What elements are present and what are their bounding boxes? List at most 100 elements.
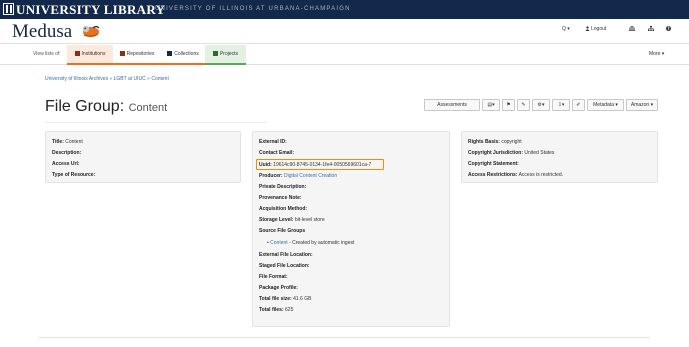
university-subtitle[interactable]: UNIVERSITY OF ILLINOIS AT URBANA-CHAMPAI… (155, 6, 351, 12)
storage-level-value: bit-level store (294, 217, 325, 223)
title-label: Title: (52, 139, 64, 145)
view-lists-label: View lists of: (33, 51, 61, 57)
source-file-groups-row: Source File Groups (259, 228, 305, 234)
description-row: Description: (52, 150, 81, 156)
breadcrumb-lgbt[interactable]: LGBT at UIUC (114, 76, 146, 82)
edit-button[interactable]: ✐ (572, 99, 585, 111)
download-dropdown-button[interactable]: ⇩▾ (552, 99, 570, 111)
breadcrumb-content[interactable]: Content (151, 76, 169, 82)
more-dropdown[interactable]: More ▾ (649, 51, 664, 57)
tab-collections-label: Collections (174, 51, 199, 57)
user-icon (585, 26, 590, 31)
tab-projects-label: Projects (219, 51, 239, 57)
amazon-dropdown-button[interactable]: Amazon ▾ (626, 99, 658, 111)
resource-type-row: Type of Resource: (52, 172, 95, 178)
copyright-jurisdiction-label: Copyright Jurisdiction: (468, 150, 523, 156)
view-lists-tabs: View lists of: Institutions Repositories… (0, 45, 689, 65)
assessments-button[interactable]: Assessments (424, 99, 480, 111)
uuid-label: Uuid: (259, 162, 272, 168)
access-url-label: Access Url: (52, 161, 80, 167)
rights-panel: Rights Basis: copyright Copyright Jurisd… (461, 131, 658, 183)
attachment-button[interactable]: ✎ (517, 99, 530, 111)
assessments-label: Assessments (437, 102, 467, 108)
storage-level-row: Storage Level: bit-level store (259, 217, 325, 223)
projects-icon (212, 51, 218, 56)
app-header: Medusa Q ▾ Logout ? (0, 19, 689, 44)
description-label: Description: (52, 150, 82, 156)
total-files-value: 625 (285, 307, 294, 313)
access-restrictions-value: Access is restricted. (518, 172, 564, 178)
acquisition-method-label: Acquisition Method: (259, 206, 308, 212)
total-files-row: Total files: 625 (259, 307, 293, 313)
flag-icon: ⚑ (506, 102, 511, 108)
edit-icon: ✐ (576, 102, 581, 108)
breadcrumb: University of Illinois Archives » LGBT a… (45, 76, 169, 82)
metadata-dropdown-button[interactable]: Metadata ▾ (587, 99, 624, 111)
help-icon: ? (666, 26, 671, 31)
external-id-label: External ID: (259, 139, 287, 145)
search-dropdown[interactable]: Q ▾ (562, 26, 570, 32)
copyright-statement-label: Copyright Statement: (468, 161, 519, 167)
tab-projects[interactable]: Projects (205, 45, 246, 65)
staged-file-location-label: Staged File Location: (259, 263, 310, 269)
amazon-label: Amazon ▾ (630, 102, 654, 108)
title-value: Content (65, 139, 83, 145)
paperclip-icon: ✎ (521, 102, 526, 108)
page-title-name: Content (128, 102, 168, 114)
logout-link[interactable]: Logout (585, 26, 606, 32)
external-id-row: External ID: (259, 139, 287, 145)
storage-level-label: Storage Level: (259, 217, 294, 223)
collection-icon (167, 51, 173, 56)
descriptive-panel: Title: Content Description: Access Url: … (45, 131, 241, 183)
uuid-value[interactable]: 19614c90-8745-0134-1fe4-0050569601ca-7 (273, 162, 371, 168)
provenance-note-row: Provenance Note: (259, 195, 302, 201)
footer-divider (38, 337, 650, 338)
contact-email-row: Contact Email: (259, 150, 294, 156)
external-file-location-label: External File Location: (259, 252, 313, 258)
book-icon (119, 51, 125, 56)
copyright-statement-row: Copyright Statement: (468, 161, 519, 167)
library-logo[interactable]: UNIVERSITY LIBRARY (3, 2, 165, 18)
uuid-row[interactable]: Uuid: 19614c90-8745-0134-1fe4-0050569601… (259, 162, 371, 168)
institutions-nav-button[interactable] (629, 26, 635, 33)
brand-link[interactable]: Medusa (12, 21, 100, 43)
source-file-group-item: • Content - Created by automatic ingest (267, 240, 354, 246)
package-profile-row: Package Profile: (259, 285, 298, 291)
copyright-jurisdiction-value: United States (524, 150, 555, 156)
file-format-label: File Format: (259, 274, 288, 280)
metadata-label: Metadata ▾ (593, 102, 618, 108)
medusa-logo-icon (82, 25, 100, 37)
sitemap-nav-button[interactable] (648, 26, 654, 33)
sitemap-icon (648, 26, 654, 31)
tab-repositories[interactable]: Repositories (113, 45, 161, 65)
rights-basis-row: Rights Basis: copyright (468, 139, 522, 145)
producer-label: Producer: (259, 173, 283, 179)
tab-collections[interactable]: Collections (161, 45, 205, 65)
bank-icon (629, 26, 635, 31)
brand-name: Medusa (12, 21, 73, 42)
bullet-icon: • (267, 240, 269, 246)
total-file-size-value: 41.6 GB (293, 296, 312, 302)
tab-institutions[interactable]: Institutions (67, 45, 113, 65)
provenance-note-label: Provenance Note: (259, 195, 302, 201)
source-file-group-link[interactable]: Content (270, 240, 288, 246)
access-restrictions-label: Access Restrictions: (468, 172, 518, 178)
resource-type-label: Type of Resource: (52, 172, 96, 178)
acquisition-method-row: Acquisition Method: (259, 206, 307, 212)
producer-link[interactable]: Digital Content Creation (284, 173, 337, 179)
list-icon: ▤▾ (487, 102, 495, 108)
breadcrumb-separator: » (147, 76, 150, 82)
producer-row: Producer: Digital Content Creation (259, 173, 337, 179)
breadcrumb-archives[interactable]: University of Illinois Archives (45, 76, 108, 82)
settings-dropdown-button[interactable]: ⚙▾ (532, 99, 550, 111)
search-dropdown-label: Q ▾ (562, 26, 570, 32)
logout-label: Logout (591, 26, 607, 32)
total-files-label: Total files: (259, 307, 284, 313)
private-description-label: Private Description: (259, 184, 307, 190)
access-restrictions-row: Access Restrictions: Access is restricte… (468, 172, 563, 178)
total-file-size-row: Total file size: 41.6 GB (259, 296, 311, 302)
tab-institutions-label: Institutions (81, 51, 106, 57)
help-nav-button[interactable]: ? (666, 26, 671, 33)
list-dropdown-button[interactable]: ▤▾ (482, 99, 500, 111)
flag-button[interactable]: ⚑ (502, 99, 515, 111)
